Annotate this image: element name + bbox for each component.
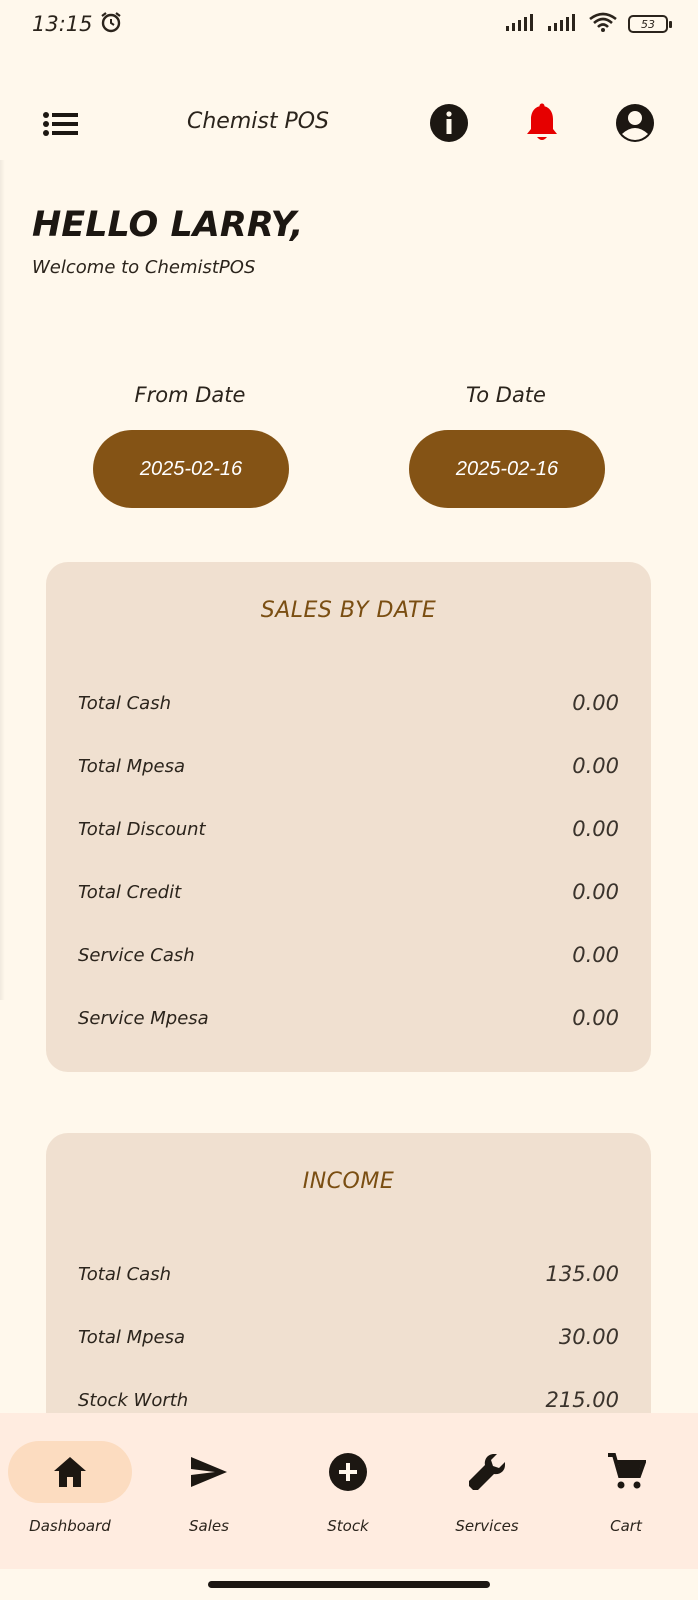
status-left: 13:15 [32,10,123,38]
bottom-navigation: Dashboard Sales Stock Services Cart [0,1413,698,1569]
welcome-subtitle: Welcome to ChemistPOS [32,257,256,278]
list-menu-icon [43,112,78,136]
sales-by-date-card: SALES BY DATE Total Cash 0.00 Total Mpes… [46,562,651,1072]
info-button[interactable] [427,101,471,145]
to-date-button[interactable]: 2025-02-16 [409,430,605,508]
signal-icon-2 [546,12,578,36]
signal-icon [504,12,536,36]
greeting-title: HELLO LARRY, [32,205,304,245]
nav-label: Services [455,1517,519,1535]
drawer-edge[interactable] [0,160,5,1000]
sales-row: Total Discount 0.00 [78,812,619,846]
sales-row: Service Mpesa 0.00 [78,1001,619,1035]
status-time: 13:15 [32,12,93,36]
row-value: 135.00 [545,1262,619,1286]
card-title: INCOME [302,1169,395,1194]
row-label: Total Mpesa [78,755,186,777]
account-button[interactable] [613,101,657,145]
nav-label: Cart [610,1517,642,1535]
menu-button[interactable] [40,109,82,141]
add-circle-icon [329,1453,367,1491]
app-bar: Chemist POS [0,95,698,155]
from-date-button[interactable]: 2025-02-16 [93,430,289,508]
home-indicator[interactable] [208,1581,490,1588]
nav-label: Sales [189,1517,229,1535]
card-title: SALES BY DATE [260,598,437,623]
nav-label: Dashboard [29,1517,111,1535]
row-value: 0.00 [572,817,619,841]
notifications-button[interactable] [520,101,564,145]
row-label: Total Cash [78,692,171,714]
alarm-icon [99,10,123,38]
nav-item-cart[interactable]: Cart [561,1441,691,1535]
cart-icon [608,1453,646,1489]
row-value: 0.00 [572,943,619,967]
income-row: Total Mpesa 30.00 [78,1320,619,1354]
from-date-label: From Date [134,383,246,407]
row-label: Service Cash [78,944,195,966]
send-icon [191,1457,227,1487]
nav-item-stock[interactable]: Stock [283,1441,413,1535]
nav-label: Stock [327,1517,369,1535]
row-label: Total Credit [78,881,182,903]
bell-icon [527,103,557,140]
row-value: 0.00 [572,1006,619,1030]
account-circle-icon [616,104,654,142]
info-icon [430,104,468,142]
row-value: 0.00 [572,691,619,715]
status-right: 53 [504,11,672,37]
row-value: 215.00 [545,1388,619,1412]
row-value: 0.00 [572,880,619,904]
sales-row: Total Mpesa 0.00 [78,749,619,783]
row-value: 30.00 [558,1325,619,1349]
row-label: Total Discount [78,818,206,840]
wrench-icon [469,1454,505,1490]
home-icon [54,1457,86,1487]
income-row: Total Cash 135.00 [78,1257,619,1291]
wifi-icon [588,11,618,37]
battery-icon: 53 [628,15,672,33]
to-date-label: To Date [466,383,546,407]
nav-item-dashboard[interactable]: Dashboard [5,1441,135,1535]
sales-row: Service Cash 0.00 [78,938,619,972]
row-label: Total Cash [78,1263,171,1285]
income-row: Stock Worth 215.00 [78,1383,619,1417]
row-label: Stock Worth [78,1389,189,1411]
app-title: Chemist POS [186,109,329,134]
row-label: Total Mpesa [78,1326,186,1348]
nav-active-indicator [8,1441,132,1503]
sales-row: Total Cash 0.00 [78,686,619,720]
sales-row: Total Credit 0.00 [78,875,619,909]
row-value: 0.00 [572,754,619,778]
row-label: Service Mpesa [78,1007,209,1029]
status-bar: 13:15 53 [0,0,698,48]
nav-item-services[interactable]: Services [422,1441,552,1535]
nav-item-sales[interactable]: Sales [144,1441,274,1535]
